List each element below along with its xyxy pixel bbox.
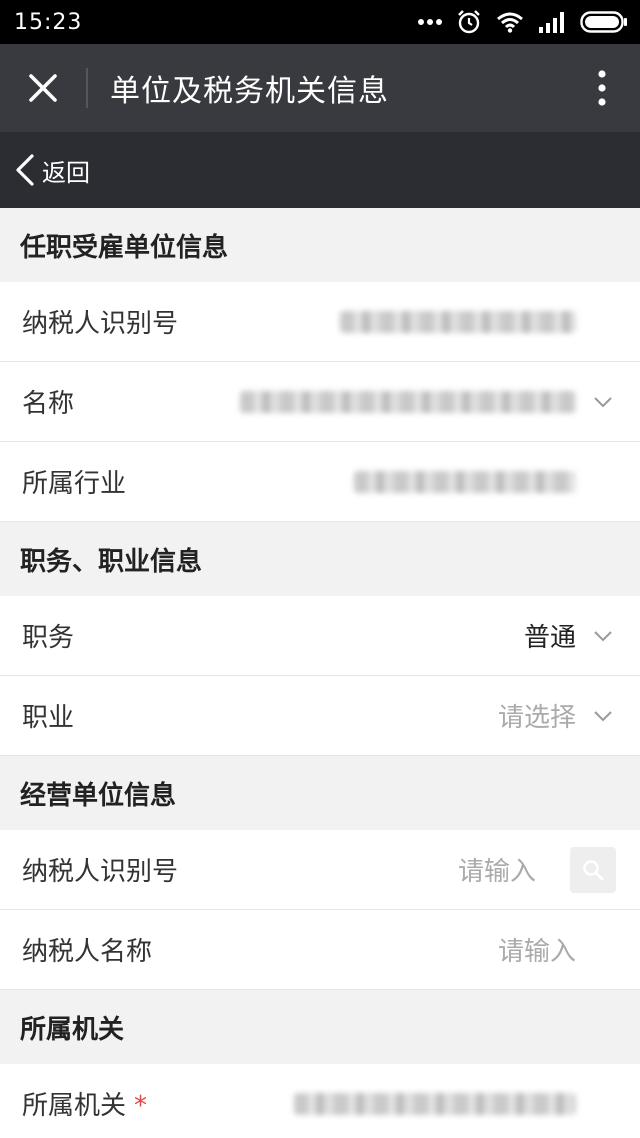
required-mark: * <box>134 1091 148 1121</box>
search-button[interactable] <box>570 846 616 893</box>
close-icon <box>29 74 57 102</box>
duty-label: 职务 <box>22 623 75 653</box>
more-menu-button[interactable] <box>564 44 640 132</box>
page-title: 单位及税务机关信息 <box>110 74 389 109</box>
business-taxpayer-id-label: 纳税人识别号 <box>22 857 179 887</box>
occupation-select[interactable]: 请选择 <box>74 697 580 734</box>
chevron-down-icon[interactable] <box>590 703 616 729</box>
back-button[interactable]: 返回 <box>14 132 90 208</box>
business-taxpayer-id-row: 纳税人识别号 请输入 <box>0 830 640 910</box>
nav-bar: 返回 <box>0 132 640 208</box>
employer-taxpayer-id-value <box>178 307 580 337</box>
authority-label: 所属机关 * <box>22 1085 147 1122</box>
back-label: 返回 <box>42 158 90 187</box>
section-header-business: 经营单位信息 <box>0 756 640 830</box>
duty-row[interactable]: 职务 普通 <box>0 596 640 676</box>
employer-name-value <box>74 387 580 417</box>
employer-industry-label: 所属行业 <box>22 469 127 499</box>
employer-name-row[interactable]: 名称 <box>0 362 640 442</box>
status-icons <box>418 9 628 35</box>
status-bar: 15:23 <box>0 0 640 44</box>
employer-industry-row: 所属行业 <box>0 442 640 522</box>
section-header-employer: 任职受雇单位信息 <box>0 208 640 282</box>
more-dots-icon <box>418 19 442 25</box>
section-header-position: 职务、职业信息 <box>0 522 640 596</box>
redacted-value <box>354 471 576 493</box>
employer-industry-value <box>126 467 580 497</box>
occupation-row[interactable]: 职业 请选择 <box>0 676 640 756</box>
redacted-value <box>294 1093 576 1115</box>
duty-value: 普通 <box>523 623 576 653</box>
authority-value <box>147 1089 580 1119</box>
chevron-left-icon <box>16 154 34 186</box>
redacted-value <box>240 391 576 413</box>
authority-row[interactable]: 所属机关 * <box>0 1064 640 1138</box>
chevron-down-icon[interactable] <box>590 623 616 649</box>
battery-icon <box>580 11 627 33</box>
business-taxpayer-name-label: 纳税人名称 <box>22 937 153 967</box>
title-bar: 单位及税务机关信息 <box>0 44 640 132</box>
signal-icon <box>539 12 564 33</box>
alarm-icon <box>458 10 480 34</box>
wifi-icon <box>497 12 523 33</box>
status-time: 15:23 <box>14 9 83 35</box>
chevron-down-icon[interactable] <box>590 389 616 415</box>
search-icon <box>583 859 604 880</box>
close-button[interactable] <box>0 44 86 132</box>
occupation-label: 职业 <box>22 703 75 733</box>
employer-name-label: 名称 <box>22 389 75 419</box>
employer-taxpayer-id-label: 纳税人识别号 <box>22 309 179 339</box>
section-header-authority: 所属机关 <box>0 990 640 1064</box>
employer-taxpayer-id-row: 纳税人识别号 <box>0 282 640 362</box>
authority-label-text: 所属机关 <box>22 1091 127 1121</box>
form-content: 任职受雇单位信息 纳税人识别号 名称 所属行业 职务、职业信息 职务 普通 职业… <box>0 208 640 1138</box>
business-taxpayer-id-input[interactable]: 请输入 <box>178 851 540 888</box>
vertical-dots-icon <box>598 70 606 106</box>
redacted-value <box>340 311 576 333</box>
business-taxpayer-name-input[interactable]: 请输入 <box>152 931 580 968</box>
business-taxpayer-name-row: 纳税人名称 请输入 <box>0 910 640 990</box>
